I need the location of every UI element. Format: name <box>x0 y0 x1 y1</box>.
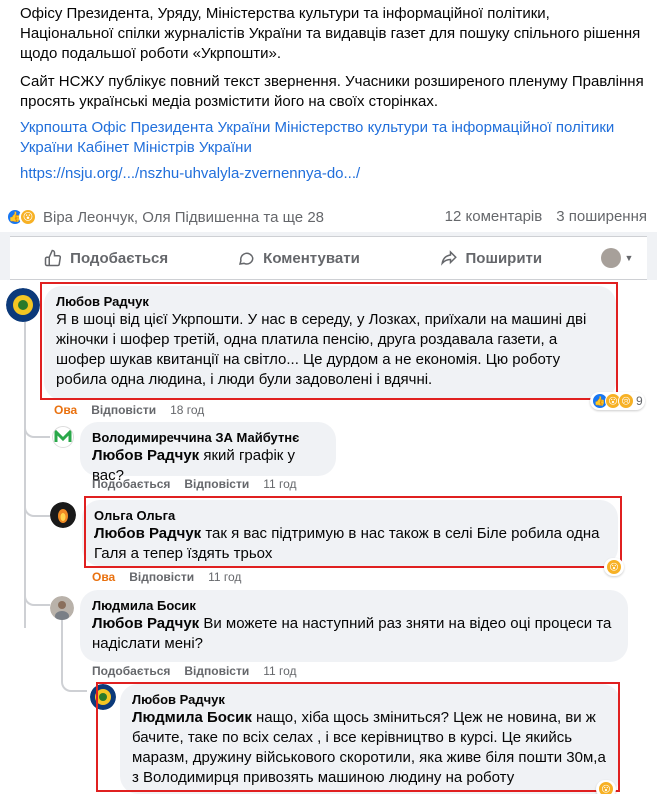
avatar[interactable] <box>50 596 74 620</box>
comment-bubble: Ольга Ольга Любов Радчук так я вас підтр… <box>82 500 618 566</box>
mention-link[interactable]: Любов Радчук <box>92 447 199 464</box>
comment-meta: Ова Відповісти 18 год <box>54 403 204 417</box>
share-label: Поширити <box>465 249 543 267</box>
sad-reaction-icon: 😢 <box>618 393 634 409</box>
post-actions-bar: Подобається Коментувати Поширити ▼ <box>10 236 647 280</box>
comments-count[interactable]: 12 коментарів <box>445 208 543 225</box>
react-as-selector[interactable]: ▼ <box>587 248 647 268</box>
wow-reaction-icon: 😮 <box>606 559 622 575</box>
comment-meta: Подобається Відповісти 11 год <box>92 477 297 491</box>
comment-bubble: Володимиреччина ЗА Майбутнє Любов Радчук… <box>80 422 336 484</box>
reply-link[interactable]: Відповісти <box>129 570 194 584</box>
wow-reaction-icon: 😮 <box>19 208 37 226</box>
share-button[interactable]: Поширити <box>395 249 587 267</box>
post-paragraph-2: Сайт НСЖУ публікує повний текст зверненн… <box>20 73 644 110</box>
comment-bubble: Любов Радчук Я в шоці від цієї Укрпошти.… <box>44 286 616 400</box>
thread-connector <box>24 420 50 438</box>
comment-time[interactable]: 18 год <box>170 403 204 417</box>
like-button[interactable]: Подобається <box>10 249 202 267</box>
comment-icon <box>239 252 254 265</box>
comments-section: Любов Радчук Я в шоці від цієї Укрпошти.… <box>0 280 657 794</box>
post-paragraph-1: Офісу Президента, Уряду, Міністерства ку… <box>20 5 641 62</box>
comment-text: Я в шоці від цієї Укрпошти. У нас в сере… <box>56 311 587 388</box>
chevron-down-icon: ▼ <box>624 253 634 263</box>
comment-bubble: Людмила Босик Любов Радчук Ви можете на … <box>80 590 628 662</box>
share-icon <box>440 250 457 266</box>
comment-time[interactable]: 11 год <box>208 570 241 584</box>
profile-avatar <box>600 248 621 268</box>
like-link[interactable]: Подобається <box>92 477 170 491</box>
reactions-summary[interactable]: 👍 😮 Віра Леончук, Оля Підвишенна та ще 2… <box>6 208 324 226</box>
shares-count[interactable]: 3 поширення <box>556 208 647 225</box>
reply-link[interactable]: Відповісти <box>91 403 156 417</box>
thread-connector <box>61 674 87 692</box>
comment-author[interactable]: Людмила Босик <box>92 598 616 614</box>
reaction-count: 9 <box>636 394 643 408</box>
comment-meta: Ова Відповісти 11 год <box>92 570 241 584</box>
comment-reactions[interactable]: 👍 😮 😢 9 <box>590 392 645 410</box>
reply-link[interactable]: Відповісти <box>184 477 249 491</box>
mention-link[interactable]: Людмила Босик <box>132 709 252 726</box>
wow-reaction-icon: 😮 <box>598 781 614 794</box>
comment-author[interactable]: Любов Радчук <box>56 294 604 310</box>
comment-author[interactable]: Володимиреччина ЗА Майбутнє <box>92 430 324 446</box>
comment-bubble: Любов Радчук Людмила Босик нащо, хіба що… <box>120 684 620 794</box>
reaction-link[interactable]: Ова <box>92 570 115 584</box>
reaction-link[interactable]: Ова <box>54 403 77 417</box>
avatar[interactable] <box>6 288 40 322</box>
post-card: Офісу Президента, Уряду, Міністерства ку… <box>0 0 657 232</box>
like-label: Подобається <box>70 249 169 267</box>
reactors-text[interactable]: Віра Леончук, Оля Підвишенна та ще 28 <box>43 209 324 226</box>
like-link[interactable]: Подобається <box>92 664 170 678</box>
post-stats-bar: 👍 😮 Віра Леончук, Оля Підвишенна та ще 2… <box>0 204 657 232</box>
thread-connector <box>24 499 50 517</box>
comment-time[interactable]: 11 год <box>263 477 296 491</box>
post-tags[interactable]: Укрпошта Офіс Президента України Міністе… <box>20 118 645 158</box>
thread-connector <box>24 588 50 606</box>
thumbs-up-icon <box>44 249 62 267</box>
comment-label: Коментувати <box>263 249 360 267</box>
comment-meta: Подобається Відповісти 11 год <box>92 664 297 678</box>
post-text: Офісу Президента, Уряду, Міністерства ку… <box>20 4 645 120</box>
comment-reactions[interactable]: 😮 <box>604 558 624 576</box>
thread-line <box>24 318 26 628</box>
avatar[interactable] <box>52 426 74 448</box>
avatar[interactable] <box>90 684 116 710</box>
comment-button[interactable]: Коментувати <box>202 249 394 267</box>
post-link[interactable]: https://nsju.org/.../nszhu-uhvalyla-zver… <box>20 164 360 184</box>
reply-link[interactable]: Відповісти <box>184 664 249 678</box>
comment-author[interactable]: Ольга Ольга <box>94 508 606 524</box>
avatar[interactable] <box>50 502 76 528</box>
comment-reactions[interactable]: 😮 <box>596 780 616 794</box>
mention-link[interactable]: Любов Радчук <box>94 525 201 542</box>
thread-line <box>61 620 63 680</box>
comment-time[interactable]: 11 год <box>263 664 296 678</box>
mention-link[interactable]: Любов Радчук <box>92 615 199 632</box>
comment-author[interactable]: Любов Радчук <box>132 692 608 708</box>
